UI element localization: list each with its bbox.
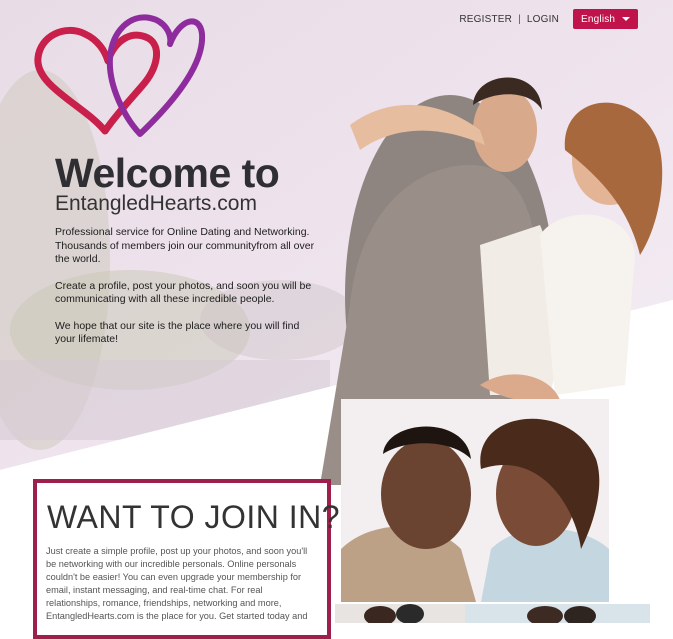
site-name: EntangledHearts.com <box>55 192 257 215</box>
intro-paragraph: Create a profile, post your photos, and … <box>55 279 312 306</box>
intro-paragraph: Professional service for Online Dating a… <box>55 226 315 265</box>
intro-text: Professional service for Online Dating a… <box>55 226 315 360</box>
intro-paragraph: We hope that our site is the place where… <box>55 319 300 346</box>
language-select[interactable]: English <box>573 9 638 29</box>
join-description: Just create a simple profile, post up yo… <box>46 546 308 621</box>
top-navigation: REGISTER | LOGIN English <box>459 9 638 29</box>
nav-separator: | <box>518 13 521 25</box>
smiling-couple-photo <box>341 399 609 602</box>
join-panel: WANT TO JOIN IN? Just create a simple pr… <box>33 479 340 639</box>
chevron-down-icon <box>622 17 630 21</box>
join-title: WANT TO JOIN IN? <box>47 499 341 535</box>
language-value: English <box>581 13 616 25</box>
intertwined-hearts-logo-icon <box>34 14 205 137</box>
welcome-title: Welcome to <box>55 150 280 196</box>
additional-member-photos <box>335 604 650 623</box>
register-link[interactable]: REGISTER <box>459 14 512 25</box>
login-link[interactable]: LOGIN <box>527 14 559 25</box>
